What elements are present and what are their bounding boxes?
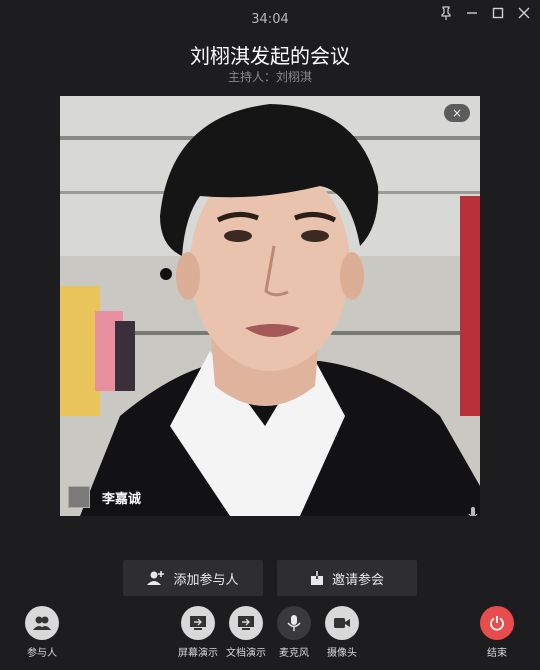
screen-share-label: 屏幕演示 [178, 648, 218, 659]
participants-icon [25, 606, 59, 640]
video-tile: × 李嘉诚 [60, 96, 480, 516]
end-label: 结束 [487, 648, 507, 659]
pin-icon[interactable] [436, 4, 456, 22]
meeting-title: 刘栩淇发起的会议 [190, 44, 350, 68]
add-participant-label: 添加参与人 [173, 572, 239, 588]
add-participant-button[interactable]: 添加参与人 [123, 560, 263, 596]
avatar [68, 486, 90, 508]
camera-button[interactable]: 摄像头 [325, 606, 359, 659]
close-video-button[interactable]: × [444, 104, 470, 122]
add-person-icon [147, 571, 165, 585]
microphone-button[interactable]: 麦克风 [277, 606, 311, 659]
participants-button[interactable]: 参与人 [25, 606, 59, 659]
camera-icon [325, 606, 359, 640]
microphone-toggle-icon [277, 606, 311, 640]
screen-share-icon [181, 606, 215, 640]
participant-name: 李嘉诚 [102, 491, 142, 507]
invite-button[interactable]: 邀请参会 [277, 560, 417, 596]
minimize-icon[interactable] [462, 4, 482, 22]
end-meeting-button[interactable]: 结束 [480, 606, 514, 659]
invite-label: 邀请参会 [331, 572, 384, 588]
maximize-icon[interactable] [488, 4, 508, 22]
participant-label: 李嘉诚 [68, 486, 141, 508]
close-icon[interactable] [514, 4, 534, 22]
host-info: 主持人：刘栩淇 [0, 68, 540, 85]
doc-share-button[interactable]: 文档演示 [226, 606, 266, 659]
camera-label: 摄像头 [327, 648, 357, 659]
participants-label: 参与人 [27, 648, 57, 659]
camera-feed-image [60, 96, 480, 516]
window-controls [436, 4, 534, 22]
host-label: 主持人：刘栩淇 [227, 70, 312, 84]
power-icon [480, 606, 514, 640]
screen-share-button[interactable]: 屏幕演示 [178, 606, 218, 659]
document-share-icon [229, 606, 263, 640]
share-icon [310, 570, 323, 585]
microphone-label: 麦克风 [279, 648, 309, 659]
doc-share-label: 文档演示 [226, 648, 266, 659]
